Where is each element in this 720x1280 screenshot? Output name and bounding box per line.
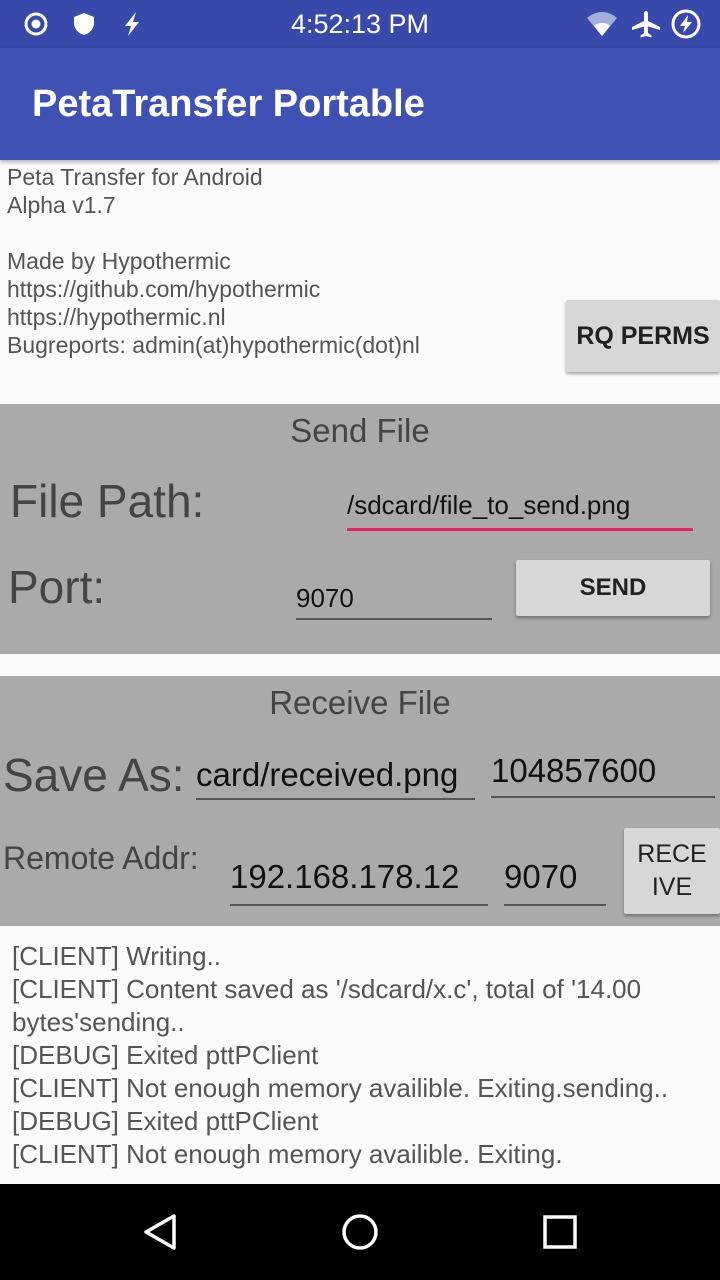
log-line: [CLIENT] Not enough memory availible. Ex… <box>12 1073 669 1103</box>
info-line: Bugreports: admin(at)hypothermic(dot)nl <box>7 332 420 358</box>
nav-bar <box>0 1184 720 1280</box>
airplane-icon <box>632 11 660 38</box>
app-title: PetaTransfer Portable <box>32 83 425 125</box>
send-button[interactable]: SEND <box>516 560 710 616</box>
status-bar: 4:52:13 PM <box>0 0 720 48</box>
screen: 4:52:13 PM PetaTransfer Portable Peta Tr… <box>0 0 720 1280</box>
recents-icon[interactable] <box>542 1214 578 1250</box>
receive-button-label-line1: RECE <box>637 840 707 868</box>
receive-file-title: Receive File <box>269 684 451 721</box>
remote-addr-input[interactable]: 192.168.178.12 <box>230 856 488 906</box>
receive-button-label-line2: IVE <box>651 873 693 901</box>
log-line: [DEBUG] Exited pttPClient <box>12 1040 319 1070</box>
info-line: https://hypothermic.nl <box>7 304 226 330</box>
app-info: Peta Transfer for Android Alpha v1.7 Mad… <box>7 163 557 359</box>
save-as-input[interactable]: card/received.png <box>196 752 475 800</box>
file-path-input[interactable]: /sdcard/file_to_send.png <box>347 488 693 531</box>
port-label: Port: <box>8 561 106 613</box>
send-port-input[interactable]: 9070 <box>296 580 492 620</box>
receive-file-panel: Receive File Save As: card/received.png … <box>0 676 720 926</box>
data-saver-icon <box>671 9 701 39</box>
send-file-panel: Send File File Path: /sdcard/file_to_sen… <box>0 404 720 654</box>
app-bar: PetaTransfer Portable <box>0 48 720 160</box>
size-input[interactable]: 104857600 <box>491 750 715 798</box>
receive-port-input[interactable]: 9070 <box>504 856 606 906</box>
send-button-label: SEND <box>579 574 647 601</box>
log-line: [CLIENT] Not enough memory availible. Ex… <box>12 1139 563 1169</box>
info-line: https://github.com/hypothermic <box>7 276 321 302</box>
log-line: [CLIENT] Content saved as '/sdcard/x.c',… <box>12 974 642 1004</box>
receive-button[interactable]: RECE IVE <box>624 828 720 914</box>
remote-addr-label: Remote Addr: <box>3 840 199 876</box>
home-icon[interactable] <box>340 1212 380 1252</box>
info-line: Alpha v1.7 <box>7 192 116 218</box>
back-icon[interactable] <box>140 1212 180 1252</box>
log-line: bytes'sending.. <box>12 1007 185 1037</box>
save-as-label: Save As: <box>3 749 185 801</box>
log-line: [CLIENT] Writing.. <box>12 941 222 971</box>
wifi-icon <box>587 12 617 36</box>
send-file-title: Send File <box>290 412 430 449</box>
rq-perms-label: RQ PERMS <box>576 321 710 350</box>
log-output: [CLIENT] Writing.. [CLIENT] Content save… <box>12 940 712 1171</box>
info-line <box>7 219 557 247</box>
rq-perms-button[interactable]: RQ PERMS <box>566 300 720 372</box>
file-path-label: File Path: <box>10 475 205 527</box>
info-line: Peta Transfer for Android <box>7 164 263 190</box>
log-line: [DEBUG] Exited pttPClient <box>12 1106 319 1136</box>
info-line: Made by Hypothermic <box>7 248 231 274</box>
